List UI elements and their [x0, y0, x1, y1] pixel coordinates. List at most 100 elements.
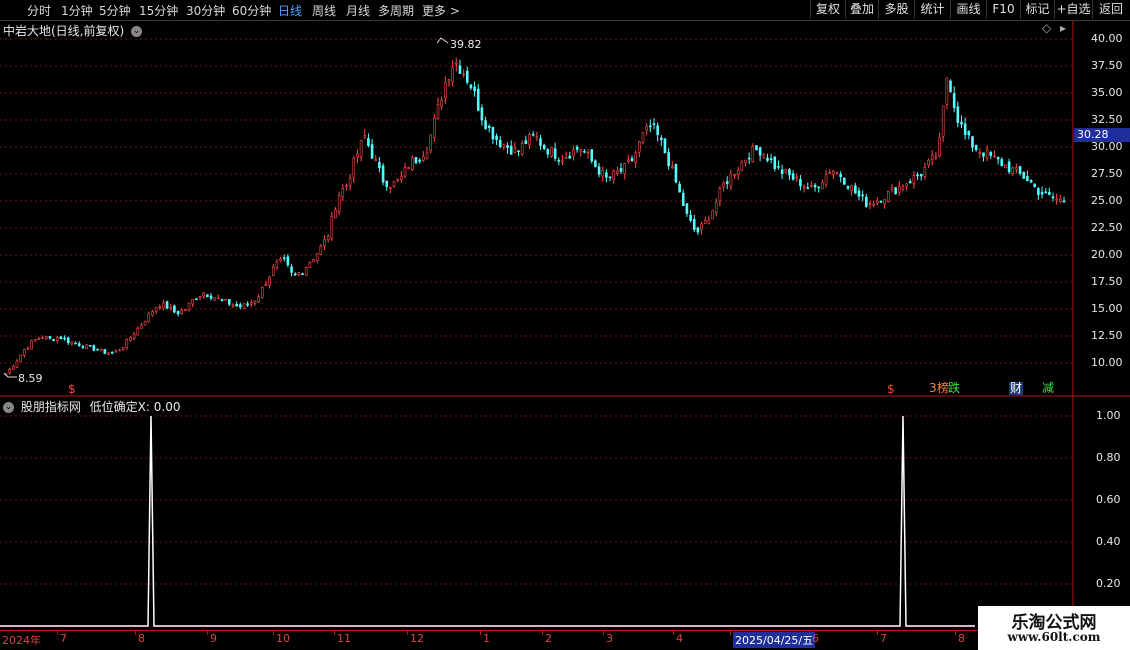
- candle: [308, 261, 312, 268]
- event-badge[interactable]: 财: [1009, 382, 1024, 395]
- candle: [773, 156, 777, 172]
- candle: [301, 272, 304, 275]
- date-label: 2: [545, 632, 552, 645]
- date-tick: [334, 630, 335, 635]
- candle: [422, 151, 425, 162]
- candle: [293, 272, 297, 276]
- candle: [206, 294, 209, 298]
- period-tab-1[interactable]: 1分钟: [61, 2, 93, 19]
- candle: [912, 171, 916, 189]
- candle: [883, 198, 886, 209]
- event-badge[interactable]: $: [886, 383, 896, 396]
- chevron-down-icon[interactable]: ⌄: [3, 402, 14, 413]
- period-tab-6[interactable]: 日线: [278, 2, 302, 19]
- date-label: 12: [410, 632, 424, 645]
- more-menu[interactable]: 更多 >: [422, 2, 460, 19]
- indicator-tick: 0.60: [1096, 493, 1121, 506]
- candle: [1015, 163, 1018, 173]
- watermark-url: www.60lt.com: [1007, 630, 1101, 644]
- candle: [542, 143, 546, 151]
- candlestick-chart: [0, 21, 1130, 399]
- candle: [484, 116, 487, 130]
- date-tick: [730, 630, 731, 635]
- toolbar-button-0[interactable]: 复权: [810, 0, 845, 19]
- toolbar-button-1[interactable]: 叠加: [845, 0, 878, 19]
- period-tab-5[interactable]: 60分钟: [232, 2, 271, 19]
- candle: [751, 143, 755, 163]
- candle: [985, 145, 989, 162]
- candle: [81, 344, 85, 350]
- candle: [524, 135, 528, 145]
- candle: [1022, 171, 1026, 179]
- candle: [777, 160, 780, 170]
- period-tab-3[interactable]: 15分钟: [139, 2, 178, 19]
- candle: [1044, 188, 1047, 194]
- candle: [8, 367, 11, 375]
- candle: [374, 154, 378, 162]
- candle: [271, 263, 275, 277]
- candle: [956, 101, 960, 128]
- candle: [334, 207, 337, 219]
- candle: [755, 144, 758, 151]
- candle: [59, 336, 63, 340]
- event-badge[interactable]: 跌: [947, 382, 961, 395]
- candle: [147, 311, 151, 323]
- candle: [103, 349, 107, 355]
- toolbar-button-4[interactable]: 画线: [950, 0, 986, 19]
- toolbar-button-3[interactable]: 统计: [914, 0, 950, 19]
- candle: [821, 179, 824, 190]
- candle: [136, 326, 140, 336]
- candle: [854, 182, 857, 195]
- candle: [407, 166, 410, 170]
- candle: [425, 146, 429, 160]
- candle: [934, 151, 938, 160]
- candle: [579, 148, 583, 157]
- candle: [165, 300, 169, 310]
- candle: [506, 142, 509, 154]
- period-tab-9[interactable]: 多周期: [378, 2, 414, 19]
- price-tick: 32.50: [1091, 113, 1123, 126]
- candle: [762, 153, 766, 159]
- candle: [465, 66, 469, 85]
- toolbar-button-8[interactable]: 返回: [1092, 0, 1129, 19]
- event-badge[interactable]: 减: [1041, 382, 1055, 395]
- candle: [140, 322, 143, 329]
- candle: [502, 143, 506, 151]
- candle: [224, 298, 227, 301]
- candle: [927, 158, 930, 168]
- candle: [594, 159, 597, 168]
- period-tab-7[interactable]: 周线: [312, 2, 336, 19]
- candle: [597, 162, 601, 178]
- candle: [444, 76, 447, 105]
- candle: [19, 354, 22, 362]
- price-tick: 37.50: [1091, 59, 1123, 72]
- toolbar-button-6[interactable]: 标记: [1020, 0, 1054, 19]
- candle: [568, 151, 572, 159]
- candle: [879, 200, 883, 203]
- candle: [238, 302, 242, 310]
- period-tab-0[interactable]: 分时: [27, 2, 51, 19]
- candle: [872, 200, 875, 208]
- date-tick: [603, 630, 604, 635]
- candle: [824, 169, 828, 188]
- candle: [451, 60, 454, 87]
- candle: [535, 131, 539, 142]
- toolbar-button-2[interactable]: 多股: [878, 0, 914, 19]
- candle: [938, 132, 941, 158]
- candle: [304, 266, 308, 277]
- toolbar-button-5[interactable]: F10: [986, 0, 1020, 19]
- period-tab-2[interactable]: 5分钟: [99, 2, 131, 19]
- candle: [473, 81, 476, 97]
- candle: [784, 168, 788, 174]
- candle: [832, 170, 835, 180]
- candle: [44, 335, 48, 340]
- indicator-name[interactable]: 股朋指标网: [21, 400, 81, 414]
- candle: [993, 150, 996, 158]
- candle: [1004, 164, 1007, 169]
- candle: [572, 145, 575, 161]
- period-tab-4[interactable]: 30分钟: [186, 2, 225, 19]
- candle: [908, 178, 912, 184]
- toolbar-button-7[interactable]: +自选: [1054, 0, 1092, 19]
- period-tab-8[interactable]: 月线: [346, 2, 370, 19]
- event-badge[interactable]: $: [67, 383, 77, 396]
